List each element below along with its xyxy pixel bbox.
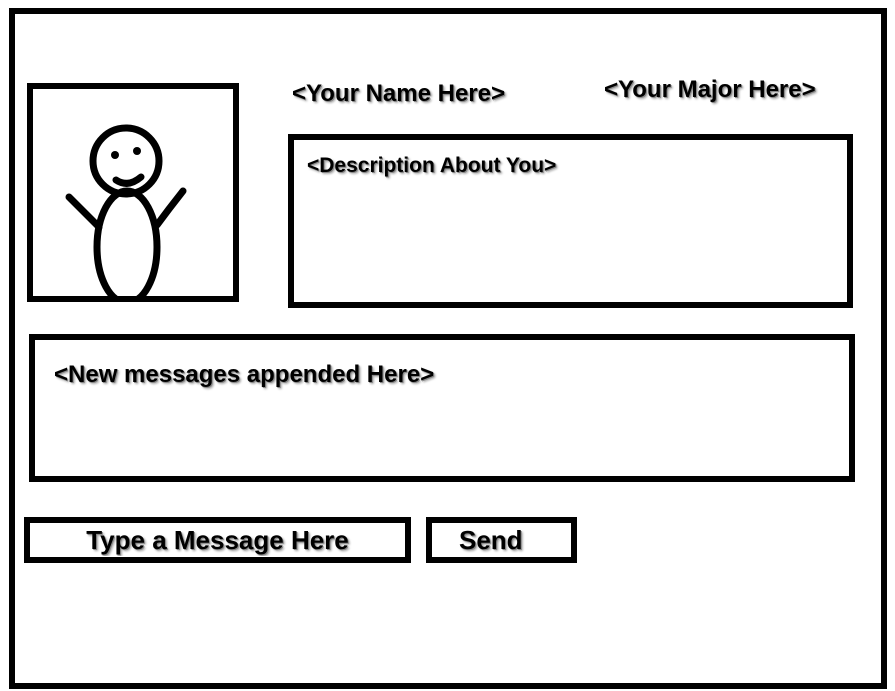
user-major: <Your Major Here> — [604, 76, 816, 103]
message-input[interactable] — [24, 517, 411, 563]
send-button[interactable]: Send — [426, 517, 577, 563]
messages-area[interactable]: <New messages appended Here> — [29, 334, 855, 482]
user-name: <Your Name Here> — [292, 80, 505, 107]
description-text: <Description About You> — [307, 154, 557, 177]
stick-figure-icon — [65, 124, 187, 296]
messages-placeholder: <New messages appended Here> — [54, 361, 435, 388]
profile-picture — [27, 83, 239, 302]
send-button-label: Send — [459, 525, 523, 555]
description-box: <Description About You> — [288, 134, 853, 308]
